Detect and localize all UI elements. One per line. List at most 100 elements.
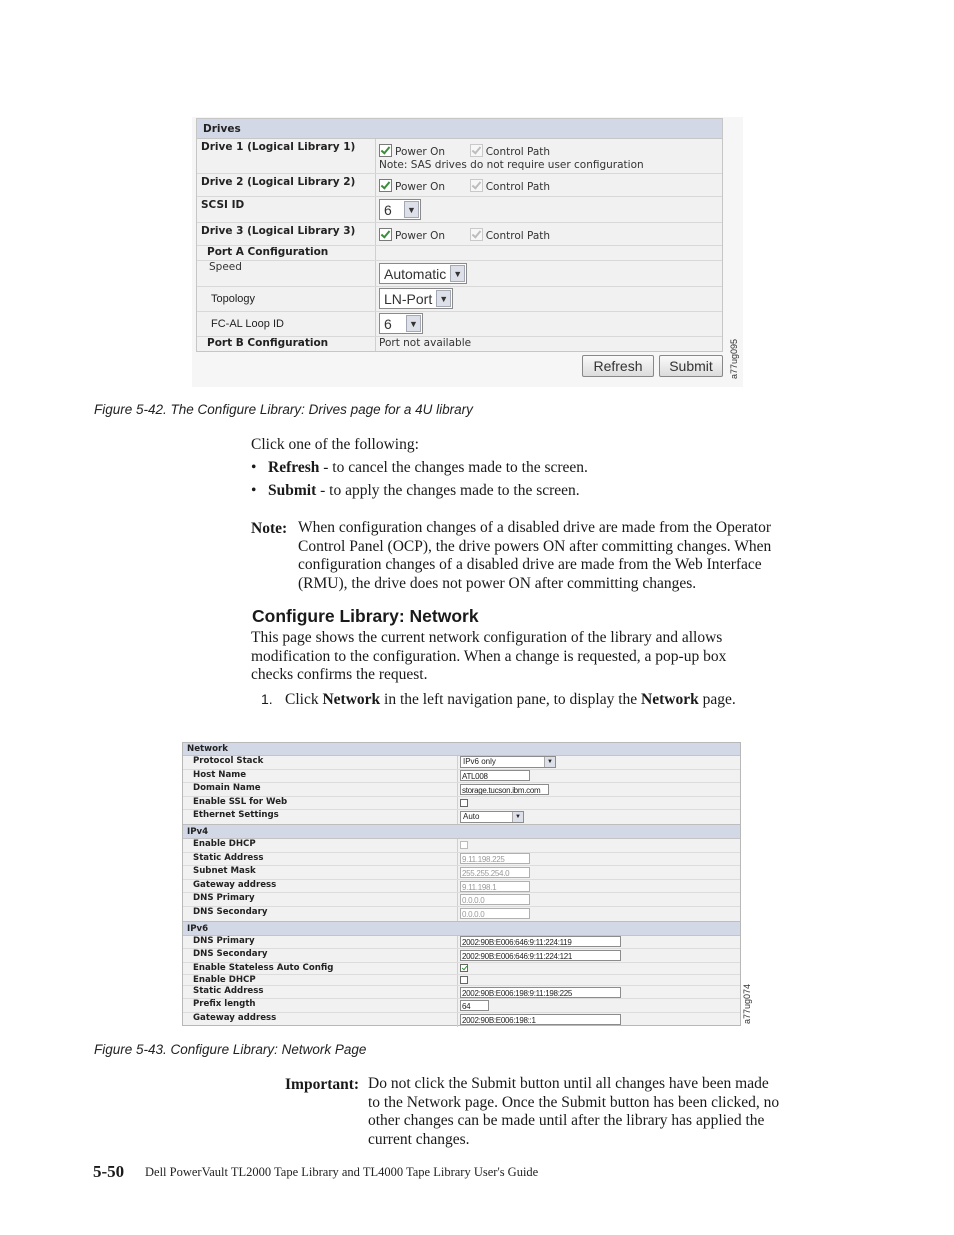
host-name-input[interactable]: ATL008: [460, 770, 530, 782]
speed-select[interactable]: Automatic ▼: [379, 263, 468, 284]
ipv6-gateway-input[interactable]: 2002:90B:E006:198::1: [460, 1014, 621, 1026]
ipv6-dhcp-checkbox[interactable]: [460, 975, 468, 984]
ipv6-gateway-label: Gateway address: [183, 1012, 458, 1027]
chevron-down-icon: ▼: [404, 201, 419, 218]
section-title: Configure Library: Network: [252, 606, 479, 626]
drives-table: Drives Drive 1 (Logical Library 1) Power…: [196, 118, 723, 352]
click-intro: Click one of the following:: [251, 436, 419, 453]
submit-button[interactable]: Submit: [659, 355, 723, 377]
ipv4-dns-primary-label: DNS Primary: [183, 893, 458, 906]
topology-select[interactable]: LN-Port ▼: [379, 288, 454, 309]
drives-figure: Drives Drive 1 (Logical Library 1) Power…: [192, 117, 743, 387]
protocol-stack-select[interactable]: IPv6 only ▼: [460, 756, 556, 769]
chevron-down-icon: ▼: [450, 265, 466, 282]
scsi-id-label: SCSI ID: [197, 197, 376, 222]
stateless-auto-config-label: Enable Stateless Auto Config: [183, 962, 458, 974]
figure-5-43-caption: Figure 5-43. Configure Library: Network …: [94, 1042, 367, 1057]
domain-name-label: Domain Name: [183, 783, 458, 796]
ipv6-static-input[interactable]: 2002:90B:E006:198:9:11:198:225: [460, 986, 621, 998]
power-on-label: Power On: [395, 230, 446, 242]
chevron-down-icon: ▼: [436, 290, 452, 307]
drive-1-power-on-checkbox[interactable]: [379, 144, 392, 157]
control-path-label: Control Path: [485, 181, 551, 193]
ipv6-dns-primary-row: DNS Primary 2002:90B:E006:646:9:11:224:1…: [183, 935, 740, 950]
port-b-label: Port B Configuration: [197, 337, 376, 351]
ipv4-static-input[interactable]: 9.11.198.225: [460, 853, 530, 865]
ipv6-static-row: Static Address 2002:90B:E006:198:9:11:19…: [183, 985, 740, 1000]
stateless-auto-config-checkbox[interactable]: [460, 964, 468, 973]
power-on-label: Power On: [395, 181, 446, 193]
refresh-button[interactable]: Refresh: [582, 355, 654, 377]
port-b-row: Port B Configuration Port not available: [197, 337, 722, 351]
ipv4-dhcp-row: Enable DHCP: [183, 838, 740, 853]
note-label: Note:: [251, 520, 288, 537]
page-number: 5-50: [93, 1162, 125, 1181]
ethernet-settings-select[interactable]: Auto ▼: [460, 811, 524, 824]
host-name-row: Host Name ATL008: [183, 769, 740, 784]
drive-2-control-path-checkbox[interactable]: [469, 179, 483, 192]
bullet-submit: • Submit - to apply the changes made to t…: [251, 482, 580, 499]
domain-name-row: Domain Name storage.tucson.ibm.com: [183, 783, 740, 797]
drive-2-row: Drive 2 (Logical Library 2) Power On Con…: [197, 174, 722, 197]
ipv6-dns-secondary-input[interactable]: 2002:90B:E006:646:9:11:224:121: [460, 949, 621, 961]
ipv4-dns-secondary-row: DNS Secondary 0.0.0.0: [183, 906, 740, 921]
drive-1-control-path-checkbox[interactable]: [469, 144, 483, 157]
host-name-label: Host Name: [183, 769, 458, 783]
step-1: 1. Click Network in the left navigation p…: [261, 691, 736, 708]
enable-ssl-checkbox[interactable]: [460, 799, 468, 808]
ipv4-dns-secondary-input[interactable]: 0.0.0.0: [460, 908, 530, 920]
ipv4-gateway-row: Gateway address 9.11.198.1: [183, 879, 740, 894]
chevron-down-icon: ▼: [512, 812, 523, 823]
important-text: Do not click the Submit button until all…: [368, 1075, 780, 1149]
ipv4-static-row: Static Address 9.11.198.225: [183, 852, 740, 867]
network-figure: Network Protocol Stack IPv6 only ▼ Host N…: [182, 742, 741, 1027]
drive-3-control-path-checkbox[interactable]: [469, 228, 483, 241]
ipv6-dhcp-label: Enable DHCP: [183, 974, 458, 985]
ethernet-settings-label: Ethernet Settings: [183, 810, 458, 824]
prefix-length-input[interactable]: 64: [460, 1000, 489, 1012]
bullet-refresh: • Refresh - to cancel the changes made to…: [251, 459, 588, 476]
fc-al-loop-id-row: FC-AL Loop ID 6 ▼: [197, 312, 722, 337]
drive-2-power-on-checkbox[interactable]: [379, 179, 392, 192]
note-text: When configuration changes of a disabled…: [298, 519, 772, 592]
drive-1-label: Drive 1 (Logical Library 1): [197, 139, 376, 173]
ipv4-static-label: Static Address: [183, 852, 458, 866]
speed-label: Speed: [197, 261, 376, 286]
ipv4-dhcp-label: Enable DHCP: [183, 838, 458, 852]
prefix-length-label: Prefix length: [183, 999, 458, 1012]
important-label: Important:: [285, 1076, 360, 1093]
ipv4-dns-primary-input[interactable]: 0.0.0.0: [460, 894, 530, 906]
drives-section-header: Drives: [197, 119, 722, 139]
footer-title: Dell PowerVault TL2000 Tape Library and …: [145, 1165, 539, 1179]
subnet-mask-input[interactable]: 255.255.254.0: [460, 866, 530, 878]
ipv6-static-label: Static Address: [183, 985, 458, 999]
network-section-header: Network: [183, 743, 740, 756]
speed-row: Speed Automatic ▼: [197, 261, 722, 287]
ipv4-dns-secondary-label: DNS Secondary: [183, 906, 458, 921]
protocol-stack-row: Protocol Stack IPv6 only ▼: [183, 756, 740, 770]
power-on-label: Power On: [395, 146, 446, 158]
ipv4-gateway-input[interactable]: 9.11.198.1: [460, 880, 530, 892]
drive-2-label: Drive 2 (Logical Library 2): [197, 174, 376, 196]
ipv4-section-header: IPv4: [183, 823, 740, 839]
topology-label: Topology: [197, 287, 376, 311]
scsi-id-row: SCSI ID 6 ▼: [197, 197, 722, 223]
ipv6-dns-primary-input[interactable]: 2002:90B:E006:646:9:11:224:119: [460, 936, 621, 948]
ipv4-dhcp-checkbox[interactable]: [460, 841, 468, 850]
fc-al-loop-id-select[interactable]: 6 ▼: [379, 313, 423, 334]
subnet-mask-row: Subnet Mask 255.255.254.0: [183, 866, 740, 880]
control-path-label: Control Path: [485, 230, 551, 242]
ipv6-dns-secondary-label: DNS Secondary: [183, 949, 458, 962]
drive-3-label: Drive 3 (Logical Library 3): [197, 223, 376, 245]
ipv4-dns-primary-row: DNS Primary 0.0.0.0: [183, 893, 740, 907]
drive-3-power-on-checkbox[interactable]: [379, 228, 392, 241]
enable-ssl-row: Enable SSL for Web: [183, 796, 740, 811]
enable-ssl-label: Enable SSL for Web: [183, 796, 458, 810]
ipv4-gateway-label: Gateway address: [183, 879, 458, 893]
ipv6-section-header: IPv6: [183, 920, 740, 936]
fc-al-loop-id-label: FC-AL Loop ID: [197, 312, 376, 336]
domain-name-input[interactable]: storage.tucson.ibm.com: [460, 783, 549, 795]
drive-3-row: Drive 3 (Logical Library 3) Power On Con…: [197, 223, 722, 246]
scsi-id-select[interactable]: 6 ▼: [379, 199, 421, 220]
section-description: This page shows the current network conf…: [251, 629, 727, 683]
